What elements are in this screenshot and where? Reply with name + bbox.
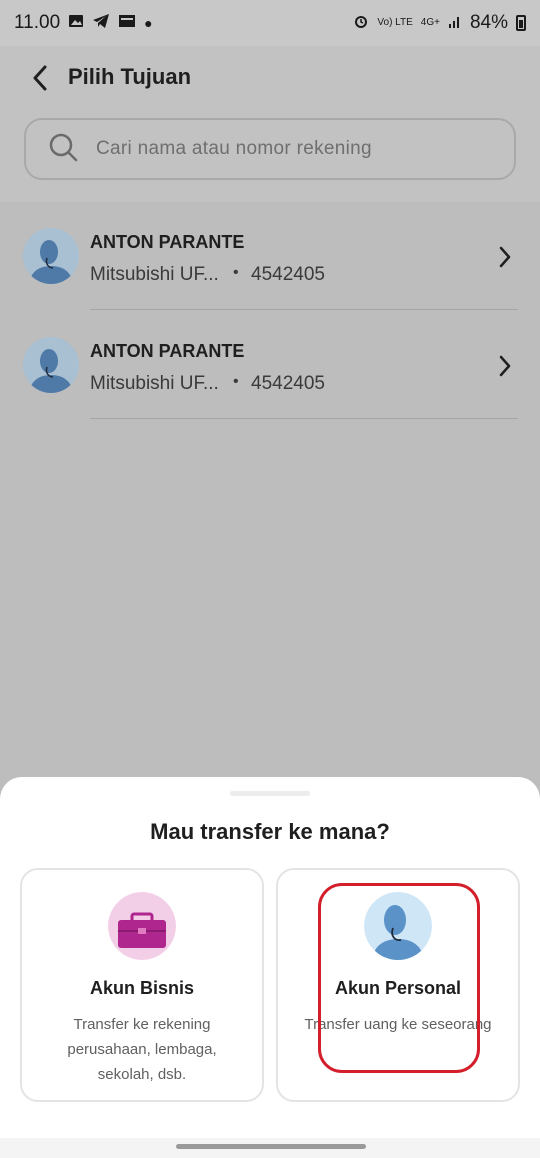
battery-icon [516,15,526,31]
avatar [23,337,79,393]
business-account-option[interactable]: Akun Bisnis Transfer ke rekening perusah… [20,868,264,1102]
divider [90,309,518,310]
recipient-list: ANTON PARANTE Mitsubishi UF... • 4542405… [0,202,540,777]
clock-time: 11.00 [14,12,61,33]
recipient-row[interactable]: ANTON PARANTE Mitsubishi UF... • 4542405 [0,202,540,310]
recipient-name: ANTON PARANTE [90,341,245,361]
header: Pilih Tujuan [0,46,540,202]
personal-account-option[interactable]: Akun Personal Transfer uang ke seseorang [276,868,520,1102]
separator-dot: • [233,373,239,390]
gallery-icon [68,13,84,33]
recipient-bank: Mitsubishi UF... [90,373,219,394]
home-gesture-bar[interactable] [176,1144,366,1149]
battery-percentage: 84% [469,12,508,33]
back-arrow-icon [33,65,47,91]
recipient-bank: Mitsubishi UF... [90,264,219,285]
person-avatar-icon [23,337,79,393]
chevron-right-icon [498,246,512,273]
recipient-account: 4542405 [251,264,325,285]
recipient-name: ANTON PARANTE [90,232,245,252]
search-input[interactable] [94,137,498,161]
bottom-sheet: Mau transfer ke mana? Akun Bisnis Transf… [0,777,540,1138]
divider [90,418,518,419]
sheet-drag-handle[interactable] [230,791,310,796]
network-type: 4G+ [420,17,440,28]
person-avatar-icon [23,228,79,284]
person-icon [364,892,432,960]
status-bar: 11.00 ● Vo) LTE 4G+ 84% [0,0,540,46]
signal-icon [448,14,462,32]
page-title: Pilih Tujuan [68,64,192,89]
notification-app-icon [118,14,136,32]
recipient-account: 4542405 [251,373,325,394]
avatar [23,228,79,284]
search-box[interactable] [24,118,516,180]
option-description: Transfer ke rekening perusahaan, lembaga… [67,1016,217,1083]
briefcase-icon [108,892,176,960]
separator-dot: • [233,264,239,281]
option-description: Transfer uang ke seseorang [304,1016,492,1033]
option-title: Akun Personal [334,978,462,998]
recipient-row[interactable]: ANTON PARANTE Mitsubishi UF... • 4542405 [0,311,540,419]
chevron-right-icon [498,355,512,382]
sheet-title: Mau transfer ke mana? [150,819,390,844]
alarm-icon [353,13,369,33]
telegram-icon [92,13,110,33]
system-nav-bar [0,1138,540,1158]
search-icon [48,132,78,167]
option-title: Akun Bisnis [89,978,195,998]
notification-dot-icon: ● [144,15,153,31]
volte-indicator: Vo) LTE [377,17,413,28]
back-button[interactable] [24,62,56,94]
